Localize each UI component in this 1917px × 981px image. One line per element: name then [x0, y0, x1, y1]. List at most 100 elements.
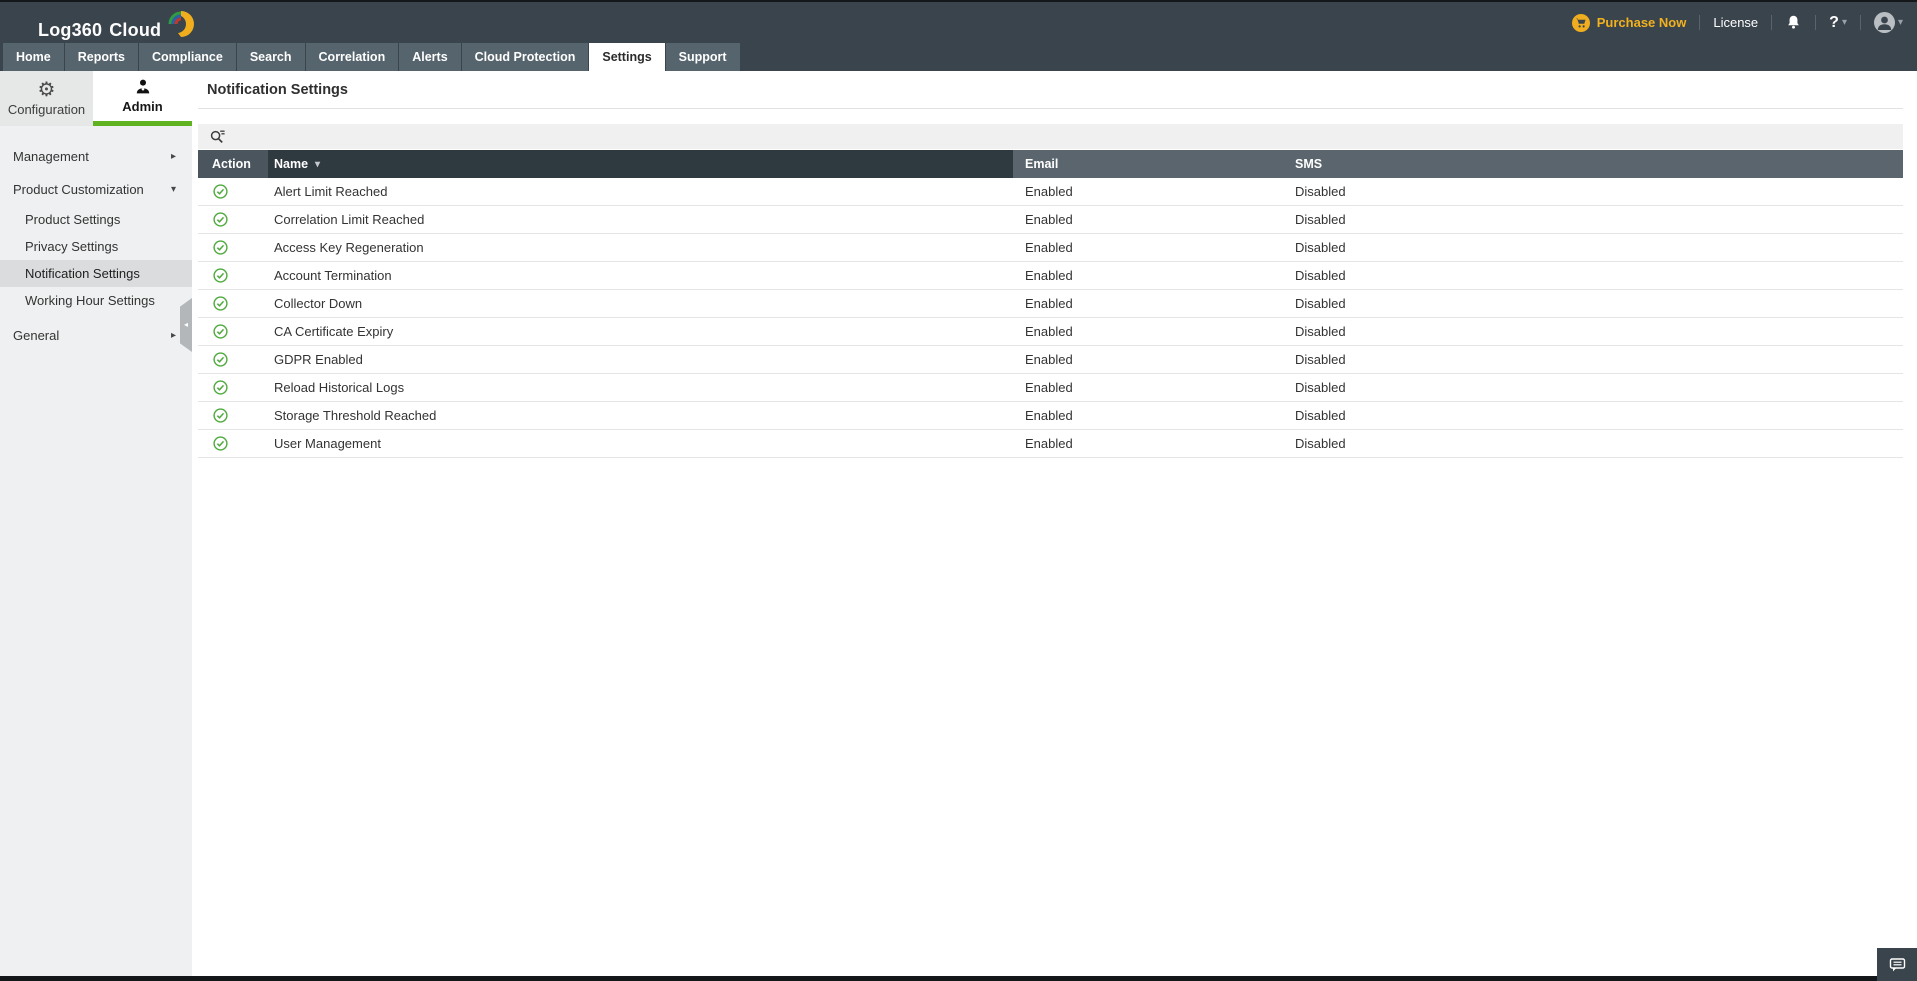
search-icon	[210, 130, 225, 144]
table-row: Access Key Regeneration Enabled Disabled	[198, 234, 1903, 262]
tab-configuration[interactable]: ⚙ Configuration	[0, 71, 93, 126]
notification-name[interactable]: GDPR Enabled	[268, 352, 1013, 367]
sms-status: Disabled	[1295, 268, 1346, 283]
settings-mode-tabs: ⚙ Configuration Admin	[0, 71, 192, 126]
tab-configuration-label: Configuration	[7, 101, 86, 117]
email-status: Enabled	[1025, 212, 1073, 227]
email-status: Enabled	[1025, 296, 1073, 311]
enabled-check-icon[interactable]	[213, 296, 268, 311]
chevron-right-icon: ▸	[170, 151, 176, 162]
user-account-button[interactable]: ▾	[1873, 12, 1903, 33]
enabled-check-icon[interactable]	[213, 408, 268, 423]
enabled-check-icon[interactable]	[213, 352, 268, 367]
sidebar-collapse-handle[interactable]: ◂	[180, 298, 192, 352]
notification-name[interactable]: Collector Down	[268, 296, 1013, 311]
table-row: Account Termination Enabled Disabled	[198, 262, 1903, 290]
help-menu-button[interactable]: ? ▾	[1829, 14, 1847, 32]
nav-tab-alerts[interactable]: Alerts	[399, 43, 461, 71]
content-area: ⚙ Configuration Admin Management ▸ Produ…	[0, 71, 1917, 976]
purchase-now-button[interactable]: Purchase Now	[1571, 13, 1687, 32]
table-row: CA Certificate Expiry Enabled Disabled	[198, 318, 1903, 346]
main-nav: Home Reports Compliance Search Correlati…	[0, 43, 1917, 71]
chat-support-button[interactable]	[1877, 948, 1917, 981]
enabled-check-icon[interactable]	[213, 240, 268, 255]
sidebar-item-working-hour-settings[interactable]: Working Hour Settings	[0, 287, 192, 314]
topbar-separator	[1859, 15, 1861, 30]
enabled-check-icon[interactable]	[213, 268, 268, 283]
nav-tab-correlation[interactable]: Correlation	[305, 43, 399, 71]
sidebar-item-product-customization[interactable]: Product Customization ▾	[0, 173, 192, 206]
tab-admin[interactable]: Admin	[93, 71, 192, 126]
help-icon: ?	[1829, 13, 1839, 31]
bell-icon	[1788, 15, 1799, 29]
table-search-bar[interactable]	[198, 124, 1903, 149]
purchase-now-label: Purchase Now	[1596, 15, 1687, 30]
notification-name[interactable]: CA Certificate Expiry	[268, 324, 1013, 339]
column-header-sms: SMS	[1283, 150, 1903, 178]
sms-status: Disabled	[1295, 240, 1346, 255]
notification-settings-table: Action Name ▾ Email SMS Alert Limit Reac…	[198, 150, 1903, 458]
enabled-check-icon[interactable]	[213, 184, 268, 199]
column-header-name[interactable]: Name ▾	[268, 150, 1013, 178]
email-status: Enabled	[1025, 268, 1073, 283]
email-status: Enabled	[1025, 324, 1073, 339]
nav-tab-cloud-protection[interactable]: Cloud Protection	[461, 43, 589, 71]
logo-text-secondary: Cloud	[109, 20, 162, 40]
tab-admin-label: Admin	[122, 99, 163, 114]
nav-tab-compliance[interactable]: Compliance	[138, 43, 236, 71]
sms-status: Disabled	[1295, 408, 1346, 423]
notification-name[interactable]: Account Termination	[268, 268, 1013, 283]
topbar-separator	[1771, 15, 1773, 30]
sms-status: Disabled	[1295, 212, 1346, 227]
sidebar-item-product-settings[interactable]: Product Settings	[0, 206, 192, 233]
nav-tab-reports[interactable]: Reports	[64, 43, 138, 71]
log360-cloud-logo: Log360 Cloud	[38, 4, 198, 41]
top-bar: Log360 Cloud Purchase Now License ? ▾ ▾	[0, 0, 1917, 43]
sort-caret-icon: ▾	[315, 158, 321, 170]
table-row: Alert Limit Reached Enabled Disabled	[198, 178, 1903, 206]
license-button[interactable]: License	[1713, 15, 1758, 30]
email-status: Enabled	[1025, 436, 1073, 451]
notification-name[interactable]: User Management	[268, 436, 1013, 451]
email-status: Enabled	[1025, 352, 1073, 367]
email-status: Enabled	[1025, 408, 1073, 423]
logo-text-primary: Log360	[38, 20, 103, 40]
enabled-check-icon[interactable]	[213, 380, 268, 395]
topbar-separator	[1699, 15, 1701, 30]
notification-name[interactable]: Alert Limit Reached	[268, 184, 1013, 199]
nav-tab-search[interactable]: Search	[236, 43, 305, 71]
table-row: Collector Down Enabled Disabled	[198, 290, 1903, 318]
email-status: Enabled	[1025, 240, 1073, 255]
enabled-check-icon[interactable]	[213, 324, 268, 339]
notification-name[interactable]: Storage Threshold Reached	[268, 408, 1013, 423]
notifications-bell-button[interactable]	[1785, 14, 1802, 31]
enabled-check-icon[interactable]	[213, 212, 268, 227]
sidebar-item-general[interactable]: General ▸	[0, 319, 192, 352]
notification-name[interactable]: Reload Historical Logs	[268, 380, 1013, 395]
user-icon	[1877, 16, 1892, 30]
collapse-chevron-icon: ◂	[183, 320, 188, 329]
email-status: Enabled	[1025, 380, 1073, 395]
notification-name[interactable]: Access Key Regeneration	[268, 240, 1013, 255]
table-row: Reload Historical Logs Enabled Disabled	[198, 374, 1903, 402]
nav-tab-support[interactable]: Support	[665, 43, 740, 71]
nav-tab-home[interactable]: Home	[3, 43, 64, 71]
page-title: Notification Settings	[207, 82, 348, 98]
table-row: GDPR Enabled Enabled Disabled	[198, 346, 1903, 374]
chat-icon	[1889, 957, 1905, 971]
topbar-actions: Purchase Now License ? ▾ ▾	[1571, 12, 1903, 33]
admin-person-icon	[136, 79, 149, 94]
logo-swoosh-icon	[168, 11, 195, 37]
table-row: Storage Threshold Reached Enabled Disabl…	[198, 402, 1903, 430]
topbar-separator	[1815, 15, 1817, 30]
sidebar-item-management[interactable]: Management ▸	[0, 140, 192, 173]
sms-status: Disabled	[1295, 352, 1346, 367]
enabled-check-icon[interactable]	[213, 436, 268, 451]
cart-icon	[1571, 13, 1590, 32]
nav-tab-settings[interactable]: Settings	[589, 43, 665, 71]
sidebar-item-notification-settings[interactable]: Notification Settings	[0, 260, 192, 287]
chevron-down-icon: ▾	[1897, 16, 1903, 28]
sidebar-item-privacy-settings[interactable]: Privacy Settings	[0, 233, 192, 260]
notification-name[interactable]: Correlation Limit Reached	[268, 212, 1013, 227]
sms-status: Disabled	[1295, 436, 1346, 451]
